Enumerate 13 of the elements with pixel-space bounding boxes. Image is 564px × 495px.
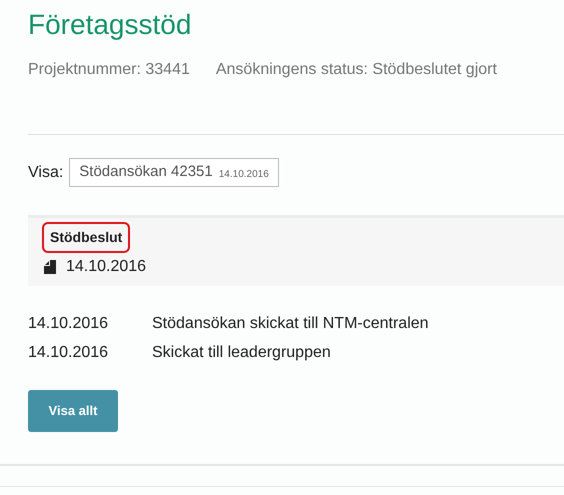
show-all-button[interactable]: Visa allt [28,390,118,432]
decision-date: 14.10.2016 [66,257,146,277]
event-date: 14.10.2016 [28,314,110,334]
view-label: Visa: [28,162,64,182]
view-select[interactable]: Stödansökan 42351 14.10.2016 [69,158,279,187]
decision-title: Stödbeslut [42,222,130,253]
event-date: 14.10.2016 [28,343,110,363]
project-info: Projektnummer: 33441 [28,60,190,80]
event-text: Stödansökan skickat till NTM-centralen [152,314,429,334]
document-icon [44,260,56,274]
project-info: Ansökningens status: Stödbeslutet gjort [216,60,497,80]
page-title: Företagsstöd [28,8,192,42]
event-text: Skickat till leadergruppen [152,343,331,363]
